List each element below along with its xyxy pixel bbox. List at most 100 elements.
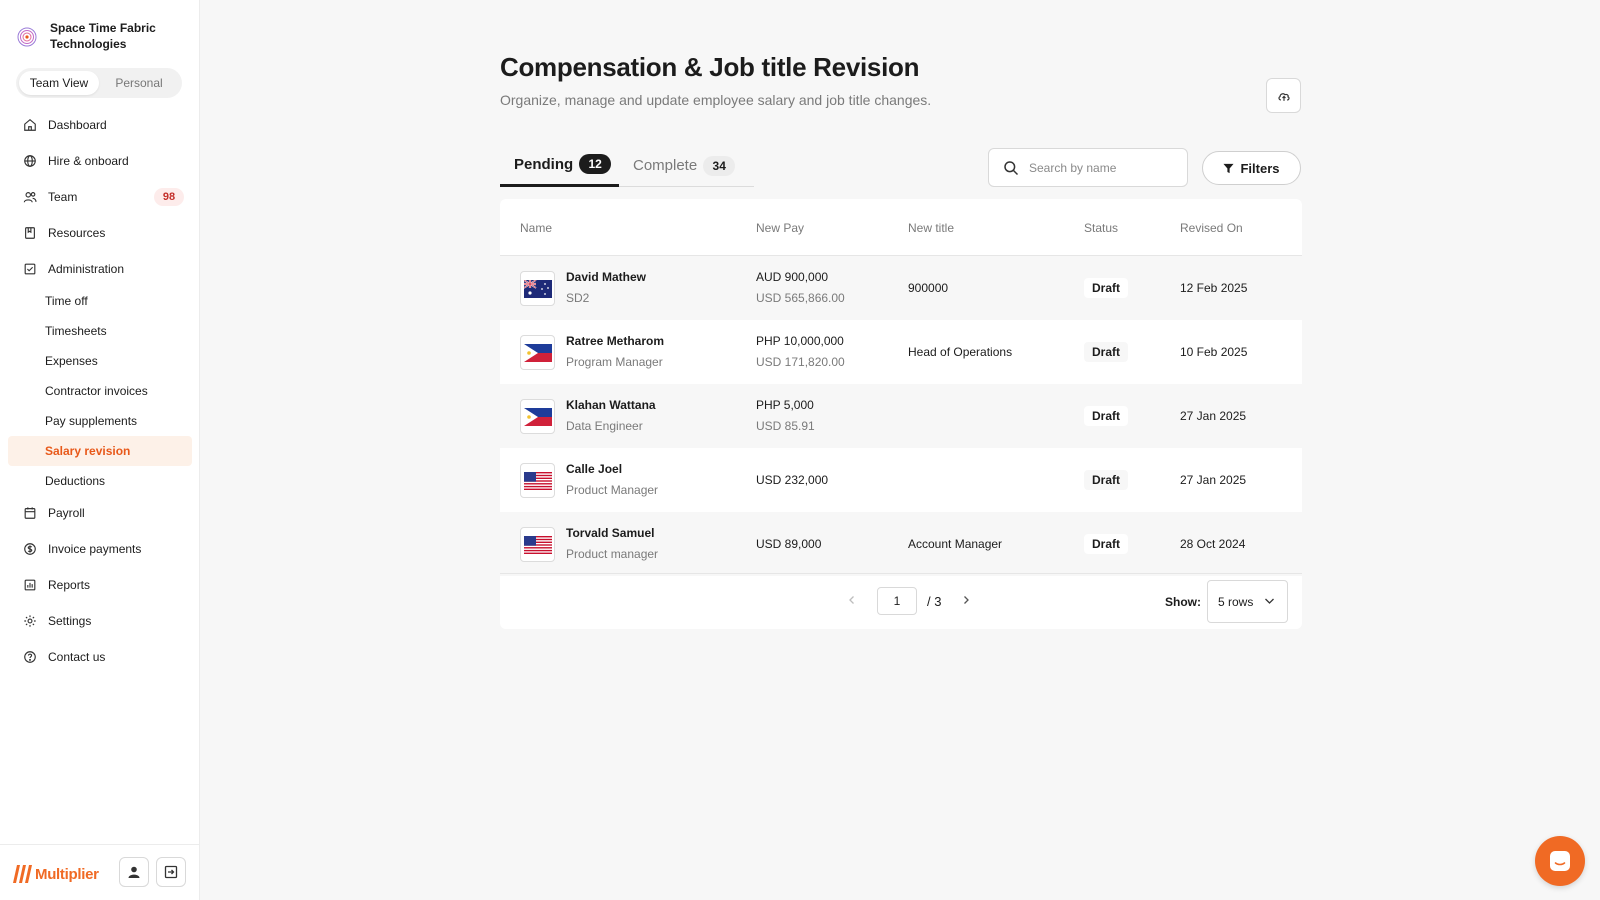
- employee-role: Product Manager: [566, 483, 659, 497]
- new-title: Account Manager: [908, 537, 1003, 551]
- rows-per-page-select[interactable]: 5 rows: [1207, 580, 1288, 623]
- nav-item-dashboard[interactable]: Dashboard: [8, 110, 192, 140]
- home-icon: [22, 117, 38, 133]
- org-name: Space Time Fabric Technologies: [50, 21, 156, 51]
- nav-item-hire[interactable]: Hire & onboard: [8, 146, 192, 176]
- employee-name: David Mathew: [566, 270, 647, 284]
- nav-sub-deductions[interactable]: Deductions: [8, 466, 192, 496]
- chevron-right-icon: [964, 596, 969, 604]
- new-pay-primary: AUD 900,000: [756, 270, 829, 284]
- table-row[interactable]: Ratree Metharom Program Manager PHP 10,0…: [500, 320, 1302, 384]
- tab-pending-label: Pending: [514, 155, 574, 173]
- logout-button[interactable]: [156, 857, 186, 887]
- nav-label-payroll: Payroll: [48, 506, 85, 520]
- help-circle-icon: [22, 649, 38, 665]
- logout-icon: [164, 865, 178, 879]
- nav-label-hire: Hire & onboard: [48, 154, 129, 168]
- new-pay-primary: USD 232,000: [756, 473, 829, 487]
- new-title: 900000: [908, 281, 949, 295]
- brand-logo[interactable]: Multiplier: [12, 863, 99, 885]
- nav-label-invoice-payments: Invoice payments: [48, 542, 142, 556]
- org-logo-icon: [17, 27, 37, 47]
- page-total: / 3: [927, 594, 942, 609]
- status-tabs: Pending 12 Complete 34: [500, 144, 754, 187]
- nav-item-contact[interactable]: Contact us: [8, 642, 192, 672]
- status-badge: Draft: [1084, 278, 1129, 298]
- new-title: Head of Operations: [908, 345, 1013, 359]
- filters-button[interactable]: Filters: [1202, 151, 1301, 185]
- tab-complete-label: Complete: [633, 157, 698, 174]
- philippines-flag-icon: [520, 399, 555, 434]
- calendar-icon: [22, 505, 38, 521]
- new-pay-primary: PHP 10,000,000: [756, 334, 844, 348]
- status-badge: Draft: [1084, 406, 1129, 426]
- filters-label: Filters: [1240, 160, 1280, 176]
- new-pay-secondary: USD 565,866.00: [756, 291, 845, 305]
- nav-sub-pay-supplements[interactable]: Pay supplements: [8, 406, 192, 436]
- search-input[interactable]: [1029, 160, 1179, 175]
- nav-item-resources[interactable]: Resources: [8, 218, 192, 248]
- tab-complete[interactable]: Complete 34: [619, 144, 754, 187]
- rows-per-page-value: 5 rows: [1218, 594, 1254, 609]
- revised-on: 27 Jan 2025: [1180, 473, 1247, 487]
- chevron-left-icon: [849, 596, 854, 604]
- employee-name: Calle Joel: [566, 462, 623, 476]
- table-row[interactable]: Calle Joel Product Manager USD 232,000 D…: [500, 448, 1302, 512]
- table-row[interactable]: David Mathew SD2 AUD 900,000 USD 565,866…: [500, 256, 1302, 320]
- tab-complete-count: 34: [703, 155, 736, 176]
- bar-chart-icon: [22, 577, 38, 593]
- page-number-input[interactable]: 1: [877, 587, 917, 615]
- nav-sub-timesheets[interactable]: Timesheets: [8, 316, 192, 346]
- users-icon: [22, 189, 38, 205]
- header-name: Name: [520, 221, 553, 235]
- nav-label-dashboard: Dashboard: [48, 118, 107, 132]
- next-page-button[interactable]: [962, 594, 970, 608]
- nav-label-reports: Reports: [48, 578, 91, 592]
- page-subtitle: Organize, manage and update employee sal…: [500, 92, 932, 108]
- upload-button[interactable]: [1266, 78, 1301, 113]
- philippines-flag-icon: [520, 335, 555, 370]
- org-switcher[interactable]: Space Time Fabric Technologies: [16, 20, 170, 52]
- page-title: Compensation & Job title Revision: [500, 52, 920, 82]
- status-badge: Draft: [1084, 342, 1129, 362]
- status-badge: Draft: [1084, 534, 1129, 554]
- sidebar: Space Time Fabric Technologies Team View…: [0, 0, 200, 900]
- personal-view-option[interactable]: Personal: [99, 71, 179, 95]
- status-badge: Draft: [1084, 470, 1129, 490]
- table-row[interactable]: Klahan Wattana Data Engineer PHP 5,000 U…: [500, 384, 1302, 448]
- new-pay-secondary: USD 171,820.00: [756, 355, 845, 369]
- nav-sub-time-off[interactable]: Time off: [8, 286, 192, 316]
- new-pay-primary: USD 89,000: [756, 537, 822, 551]
- chat-launcher-button[interactable]: [1535, 836, 1585, 886]
- nav-item-reports[interactable]: Reports: [8, 570, 192, 600]
- employee-name: Ratree Metharom: [566, 334, 665, 348]
- new-pay-primary: PHP 5,000: [756, 398, 814, 412]
- team-view-option[interactable]: Team View: [19, 71, 99, 95]
- nav-label-settings: Settings: [48, 614, 92, 628]
- nav-sub-contractor-invoices[interactable]: Contractor invoices: [8, 376, 192, 406]
- nav-item-team[interactable]: Team 98: [8, 182, 192, 212]
- gear-icon: [22, 613, 38, 629]
- tab-pending-count: 12: [579, 154, 612, 174]
- show-label: Show:: [1165, 595, 1201, 609]
- multiplier-logo-icon: [13, 865, 32, 883]
- united-states-flag-icon: [520, 463, 555, 498]
- tab-pending[interactable]: Pending 12: [500, 144, 619, 187]
- nav-label-contact: Contact us: [48, 650, 106, 664]
- prev-page-button[interactable]: [848, 594, 856, 608]
- nav-label-resources: Resources: [48, 226, 106, 240]
- search-box: [988, 148, 1188, 187]
- nav-item-administration[interactable]: Administration: [8, 254, 192, 284]
- globe-icon: [22, 153, 38, 169]
- user-icon: [128, 866, 140, 878]
- employee-name: Torvald Samuel: [566, 526, 655, 540]
- profile-button[interactable]: [119, 857, 149, 887]
- nav-item-payroll[interactable]: Payroll: [8, 498, 192, 528]
- nav-item-invoice-payments[interactable]: Invoice payments: [8, 534, 192, 564]
- table-row[interactable]: Torvald Samuel Product manager USD 89,00…: [500, 512, 1302, 576]
- employee-role: Program Manager: [566, 355, 663, 369]
- united-states-flag-icon: [520, 527, 555, 562]
- nav-item-settings[interactable]: Settings: [8, 606, 192, 636]
- nav-sub-expenses[interactable]: Expenses: [8, 346, 192, 376]
- nav-sub-salary-revision[interactable]: Salary revision: [8, 436, 192, 466]
